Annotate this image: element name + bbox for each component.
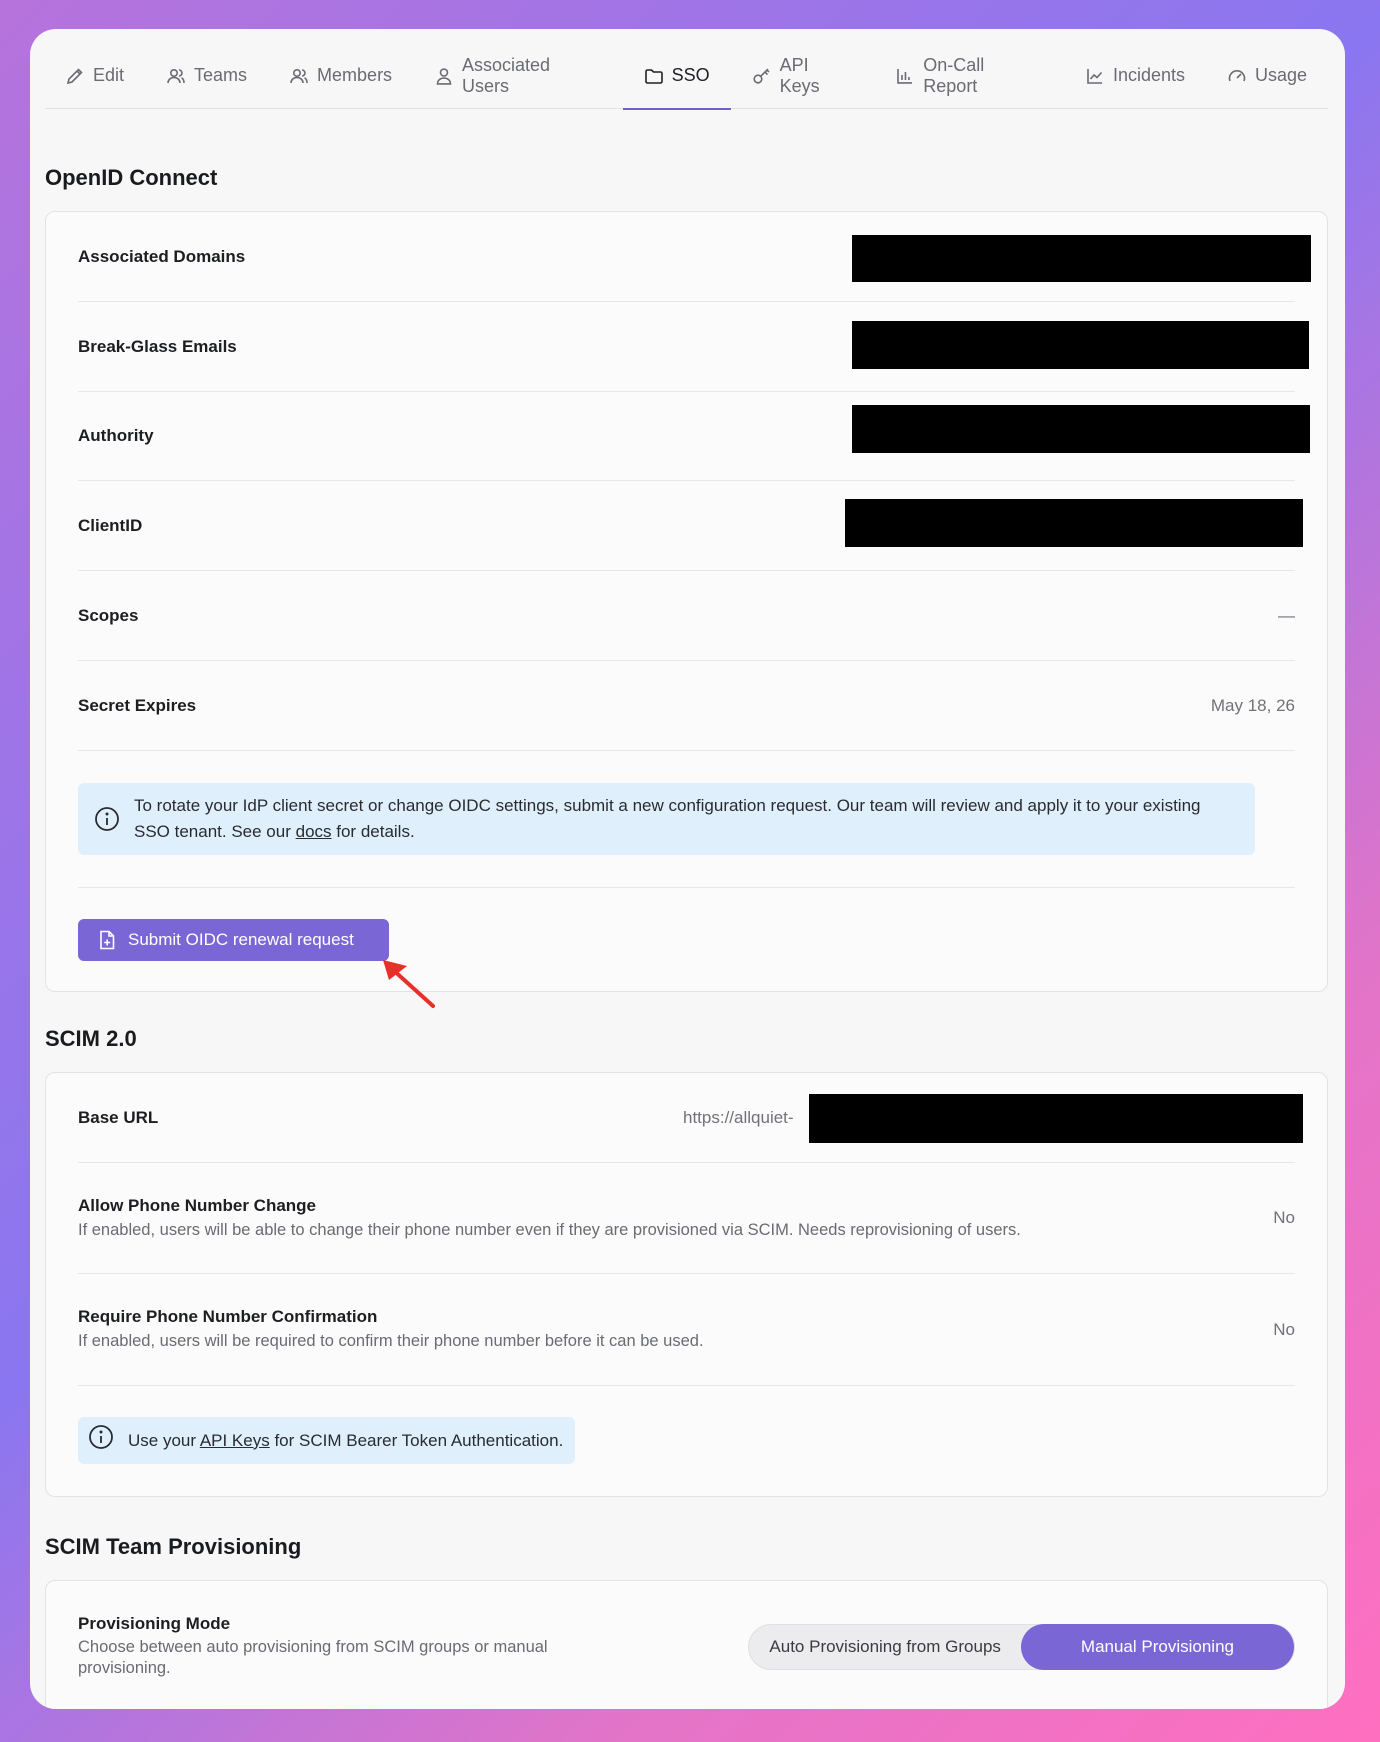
- redacted-value: [852, 405, 1310, 453]
- tab-associated-users[interactable]: Associated Users: [413, 43, 623, 109]
- bar-chart-icon: [897, 68, 913, 84]
- client-id-label: ClientID: [78, 515, 143, 535]
- row-associated-domains: Associated Domains: [78, 212, 1311, 302]
- redacted-value: [852, 321, 1309, 369]
- provisioning-mode-description: Choose between auto provisioning from SC…: [78, 1638, 548, 1677]
- oidc-info-row: To rotate your IdP client secret or chan…: [78, 751, 1295, 888]
- submit-oidc-renewal-button[interactable]: Submit OIDC renewal request: [78, 919, 389, 961]
- tab-members[interactable]: Members: [268, 43, 413, 109]
- oidc-section-title: OpenID Connect: [45, 165, 218, 190]
- tab-bar: Edit Teams Members Associated Users SSO …: [45, 43, 1328, 110]
- tab-usage[interactable]: Usage: [1206, 43, 1328, 109]
- teams-icon: [167, 68, 185, 83]
- tab-incidents[interactable]: Incidents: [1064, 43, 1206, 109]
- base-url-value: https://allquiet-: [683, 1107, 794, 1127]
- secret-expires-label: Secret Expires: [78, 695, 197, 715]
- phone-confirm-description: If enabled, users will be required to co…: [78, 1332, 704, 1350]
- redacted-value: [845, 499, 1303, 547]
- phone-change-value: No: [1273, 1208, 1295, 1227]
- pencil-icon: [66, 67, 83, 84]
- info-icon: [88, 1424, 114, 1458]
- info-icon: [94, 806, 120, 840]
- phone-change-text: Allow Phone Number Change If enabled, us…: [78, 1196, 1021, 1241]
- row-secret-expires: Secret Expires May 18, 26: [78, 661, 1295, 751]
- file-plus-icon: [100, 930, 115, 950]
- phone-confirm-label: Require Phone Number Confirmation: [78, 1307, 378, 1326]
- tab-label: Edit: [93, 65, 125, 85]
- tab-on-call-report[interactable]: On-Call Report: [874, 43, 1064, 109]
- scim-card: Base URL https://allquiet- Allow Phone N…: [45, 1072, 1328, 1497]
- tab-label: Members: [317, 65, 393, 85]
- base-url-label: Base URL: [78, 1107, 159, 1127]
- app-window: Edit Teams Members Associated Users SSO …: [30, 29, 1345, 1709]
- row-scopes: Scopes —: [78, 571, 1295, 661]
- row-authority: Authority: [78, 392, 1310, 481]
- key-icon: [753, 67, 770, 84]
- tab-label: Associated Users: [462, 54, 551, 96]
- row-base-url: Base URL https://allquiet-: [78, 1073, 1303, 1163]
- provisioning-mode-label: Provisioning Mode: [78, 1614, 231, 1633]
- tab-label: On-Call Report: [923, 54, 985, 96]
- folder-icon: [644, 68, 663, 84]
- scopes-label: Scopes: [78, 605, 139, 625]
- secret-expires-value: May 18, 26: [1210, 695, 1295, 715]
- auto-provisioning-option[interactable]: Auto Provisioning from Groups: [749, 1624, 1021, 1670]
- phone-change-description: If enabled, users will be able to change…: [78, 1220, 1021, 1239]
- line-chart-icon: [1087, 68, 1103, 84]
- api-keys-link[interactable]: API Keys: [200, 1431, 270, 1450]
- row-allow-phone-change: Allow Phone Number Change If enabled, us…: [78, 1163, 1295, 1274]
- scim-section-title: SCIM 2.0: [45, 1026, 137, 1051]
- red-arrow-annotation: [383, 960, 435, 1008]
- oidc-info-banner: To rotate your IdP client secret or chan…: [78, 783, 1255, 855]
- oidc-card: Associated Domains Break-Glass Emails Au…: [45, 211, 1328, 1008]
- members-icon: [290, 68, 308, 83]
- user-icon: [436, 67, 452, 85]
- docs-link[interactable]: docs: [296, 822, 332, 841]
- tab-label: Usage: [1254, 65, 1308, 85]
- phone-change-label: Allow Phone Number Change: [78, 1195, 317, 1215]
- tab-teams[interactable]: Teams: [145, 43, 268, 109]
- manual-provisioning-option[interactable]: Manual Provisioning: [1020, 1623, 1294, 1670]
- tab-label: SSO: [671, 65, 710, 85]
- team-provisioning-card: Provisioning Mode Choose between auto pr…: [45, 1580, 1328, 1709]
- phone-confirm-text: Require Phone Number Confirmation If ena…: [78, 1307, 704, 1352]
- team-provisioning-section-title: SCIM Team Provisioning: [45, 1534, 302, 1559]
- oidc-button-wrap: Submit OIDC renewal request: [78, 919, 1295, 961]
- authority-label: Authority: [78, 426, 154, 445]
- row-require-phone-confirm: Require Phone Number Confirmation If ena…: [78, 1274, 1295, 1386]
- scim-info-wrap: Use your API Keys for SCIM Bearer Token …: [78, 1417, 1295, 1464]
- scim-info-banner: Use your API Keys for SCIM Bearer Token …: [78, 1417, 576, 1464]
- row-break-glass-emails: Break-Glass Emails: [78, 302, 1309, 392]
- row-provisioning-mode: Provisioning Mode Choose between auto pr…: [78, 1581, 1295, 1709]
- page-content: Edit Teams Members Associated Users SSO …: [45, 43, 1328, 1709]
- scopes-value: —: [1278, 605, 1295, 625]
- provisioning-mode-text: Provisioning Mode Choose between auto pr…: [78, 1614, 638, 1679]
- break-glass-emails-label: Break-Glass Emails: [78, 336, 237, 356]
- associated-domains-label: Associated Domains: [78, 246, 246, 266]
- phone-confirm-value: No: [1273, 1319, 1295, 1339]
- redacted-value: [852, 235, 1311, 282]
- redacted-value: [809, 1094, 1303, 1143]
- tab-api-keys[interactable]: API Keys: [731, 43, 875, 109]
- tab-label: Incidents: [1112, 65, 1185, 85]
- tab-edit[interactable]: Edit: [65, 43, 145, 109]
- row-client-id: ClientID: [78, 481, 1303, 571]
- scim-info-text: Use your API Keys for SCIM Bearer Token …: [128, 1430, 564, 1450]
- oidc-info-text: To rotate your IdP client secret or chan…: [134, 796, 1201, 841]
- tab-label: API Keys: [779, 54, 820, 96]
- gauge-icon: [1228, 69, 1246, 81]
- tab-label: Teams: [194, 65, 248, 85]
- provisioning-mode-toggle: Auto Provisioning from Groups Manual Pro…: [748, 1623, 1295, 1670]
- tab-sso[interactable]: SSO: [622, 43, 731, 110]
